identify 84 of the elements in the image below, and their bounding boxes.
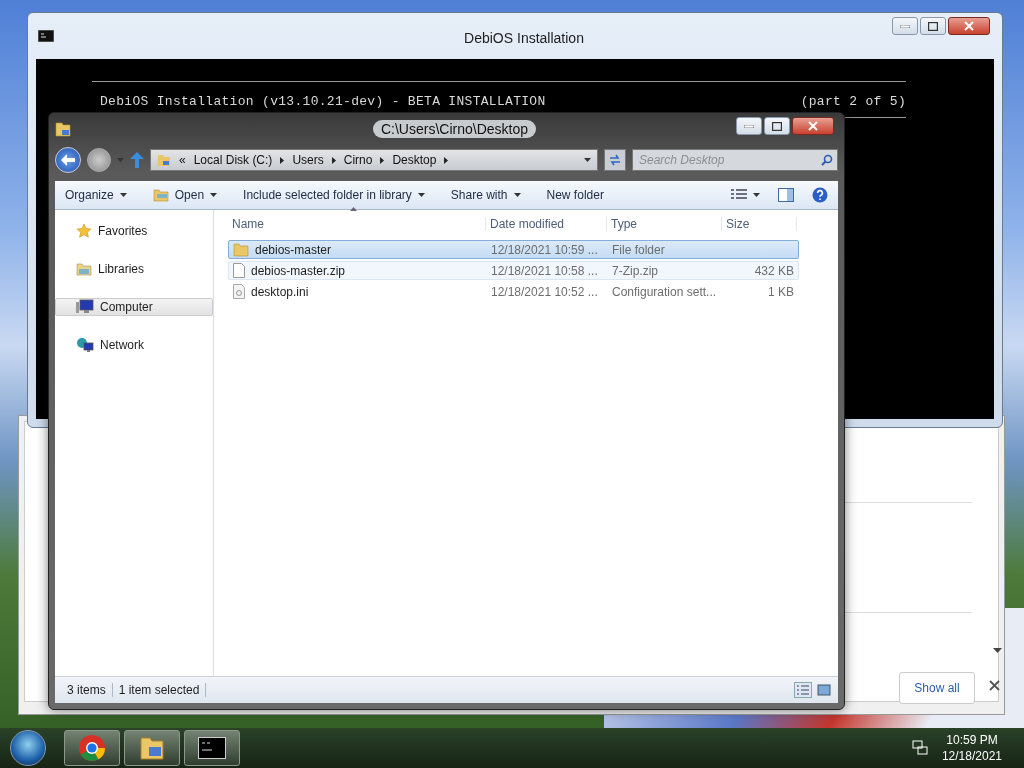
network-icon — [76, 337, 94, 353]
search-field[interactable]: Search Desktop — [632, 149, 838, 171]
file-row[interactable]: debios-master.zip 12/18/2021 10:58 ... 7-Zip.zip 432 KB — [228, 261, 799, 280]
toolbar-button[interactable]: Include selected folder in library — [243, 186, 425, 204]
close-button[interactable] — [792, 117, 834, 135]
caret-icon — [513, 193, 521, 197]
console-header-text: DebiOS Installation (v13.10.21-dev) - BETA INSTALLATION — [100, 94, 546, 109]
chevron-icon — [444, 156, 449, 164]
folder-icon — [55, 121, 71, 137]
show-all-button[interactable]: Show all — [899, 672, 975, 704]
console-progress-text: (part 2 of 5) — [800, 94, 906, 109]
close-icon — [964, 21, 974, 31]
folder-icon — [157, 153, 171, 167]
computer-icon — [76, 299, 94, 315]
close-button[interactable] — [948, 17, 990, 35]
breadcrumb-item[interactable]: Local Disk (C:) — [193, 153, 273, 167]
caret-icon — [753, 193, 760, 197]
minimize-icon — [900, 24, 910, 28]
maximize-button[interactable] — [764, 117, 790, 135]
caret-icon — [210, 193, 218, 197]
navigation-item[interactable]: Favorites — [55, 222, 213, 240]
taskbar-button[interactable] — [184, 730, 240, 766]
scroll-down-arrow-icon[interactable] — [993, 648, 1002, 653]
document-icon — [233, 263, 245, 278]
minimize-button[interactable] — [736, 117, 762, 135]
window-title: DebiOS Installation — [464, 30, 584, 46]
minimize-icon — [744, 124, 754, 128]
console-icon — [38, 30, 54, 42]
start-button[interactable] — [10, 730, 46, 766]
folder-icon — [152, 188, 169, 202]
window-title: C:\Users\Cirno\Desktop — [372, 120, 536, 138]
status-text: 3 items — [61, 683, 113, 697]
caret-icon — [417, 193, 425, 197]
sort-arrow-icon — [350, 207, 357, 211]
column-header[interactable]: Size — [722, 217, 797, 231]
maximize-button[interactable] — [920, 17, 946, 35]
back-button[interactable] — [55, 147, 81, 173]
taskbar-button[interactable] — [64, 730, 120, 766]
chevron-icon — [331, 156, 336, 164]
close-icon — [808, 121, 818, 131]
dropdown-caret-icon — [584, 158, 591, 162]
column-header[interactable]: Name — [228, 217, 486, 231]
help-icon[interactable] — [812, 187, 828, 203]
star-icon — [76, 223, 92, 239]
column-header[interactable]: Type — [607, 217, 722, 231]
clock[interactable]: 10:59 PM 12/18/2021 — [941, 732, 1002, 764]
chevron-icon — [380, 156, 385, 164]
details-view-icon — [731, 189, 747, 201]
close-icon — [989, 680, 1000, 691]
settings-file-icon — [233, 284, 245, 299]
toolbar-button[interactable]: Open — [152, 186, 218, 204]
folder-icon — [233, 242, 249, 257]
network-icon[interactable] — [911, 740, 928, 756]
browser-icon — [78, 734, 106, 762]
taskbar-button[interactable] — [124, 730, 180, 766]
navigation-item[interactable]: Network — [55, 336, 213, 354]
toolbar-button[interactable]: New folder — [546, 186, 604, 204]
toolbar-button[interactable]: Organize — [65, 186, 127, 204]
toolbar-button[interactable]: Share with — [450, 186, 521, 204]
console-icon — [198, 737, 226, 759]
back-arrow-icon — [61, 154, 75, 166]
refresh-icon — [608, 154, 622, 166]
large-icons-view-icon[interactable] — [816, 682, 832, 698]
file-row[interactable]: debios-master 12/18/2021 10:59 ... File folder — [228, 240, 799, 259]
navigation-item[interactable]: Computer — [55, 298, 213, 316]
forward-button[interactable] — [87, 148, 111, 172]
status-text: 1 item selected — [112, 683, 207, 697]
maximize-icon — [928, 21, 938, 31]
breadcrumb-item[interactable]: « — [179, 153, 186, 167]
folder-icon — [139, 735, 165, 761]
caret-icon — [119, 193, 127, 197]
search-icon — [821, 154, 833, 166]
navigation-item[interactable]: Libraries — [55, 260, 213, 278]
address-bar[interactable]: « Local Disk (C:) Users Cirno Desktop — [150, 149, 598, 171]
column-header[interactable]: Date modified — [486, 217, 607, 231]
chevron-icon — [280, 156, 285, 164]
file-row[interactable]: desktop.ini 12/18/2021 10:52 ... Configuration sett... 1 KB — [228, 282, 799, 301]
breadcrumb-item[interactable]: Users — [292, 153, 324, 167]
library-folder-icon — [76, 262, 92, 276]
breadcrumb-item[interactable]: Cirno — [343, 153, 373, 167]
preview-pane-icon[interactable] — [778, 188, 794, 202]
maximize-icon — [772, 121, 782, 131]
refresh-button[interactable] — [604, 149, 626, 171]
breadcrumb-item[interactable]: Desktop — [392, 153, 437, 167]
